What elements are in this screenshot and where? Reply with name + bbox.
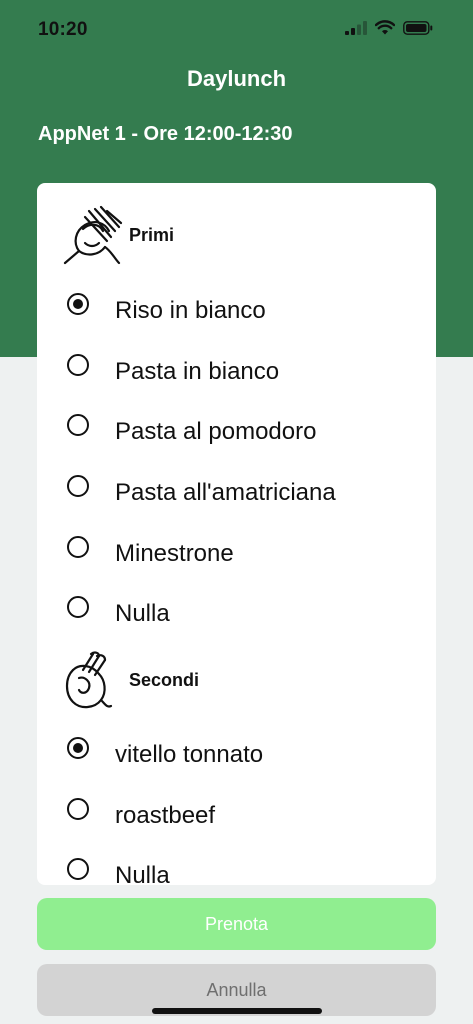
radio-button[interactable] [67,596,89,618]
option-vitello-tonnato[interactable]: vitello tonnato [67,727,263,769]
option-label: Riso in bianco [115,297,266,324]
app-title: Daylunch [186,66,287,91]
home-indicator[interactable] [152,1008,322,1014]
status-bar: 10:20 [0,0,473,60]
signal-icon [345,20,367,35]
option-pasta-allamatriciana[interactable]: Pasta all'amatriciana [67,465,336,507]
meat-icon [65,651,113,709]
option-label: Pasta al pomodoro [115,418,317,445]
section-secondi-header: Secondi [59,648,199,712]
status-time: 10:20 [38,19,88,40]
radio-button[interactable] [67,798,89,820]
radio-button[interactable] [67,414,89,436]
option-label: Nulla [115,600,170,627]
radio-button[interactable] [67,858,89,880]
battery-icon [403,20,433,35]
radio-button[interactable] [67,536,89,558]
option-pasta-al-pomodoro[interactable]: Pasta al pomodoro [67,404,316,446]
radio-button[interactable] [67,475,89,497]
option-minestrone[interactable]: Minestrone [67,526,234,568]
option-riso-in-bianco[interactable]: Riso in bianco [67,283,266,325]
option-label: Pasta in bianco [115,358,280,385]
pasta-icon [63,205,123,265]
section-label: Secondi [129,669,200,690]
radio-button-selected[interactable] [67,293,89,315]
status-icons [345,20,433,35]
option-label: Nulla [115,862,170,885]
menu-card: Primi Riso in bianco Pasta in bianco Pas… [37,183,436,885]
option-roastbeef[interactable]: roastbeef [67,788,215,830]
option-label: vitello tonnato [115,741,264,768]
option-nulla-primi[interactable]: Nulla [67,586,170,628]
slot-subtitle: AppNet 1 - Ore 12:00-12:30 [38,123,293,145]
wifi-icon [375,20,395,35]
option-label: Minestrone [115,540,234,567]
section-primi-header: Primi [59,203,174,267]
book-button[interactable]: Prenota [37,898,436,950]
radio-button[interactable] [67,354,89,376]
radio-button-selected[interactable] [67,737,89,759]
option-label: roastbeef [115,802,216,829]
section-label: Primi [129,224,175,245]
option-pasta-in-bianco[interactable]: Pasta in bianco [67,344,279,386]
option-label: Pasta all'amatriciana [115,479,336,506]
option-nulla-secondi[interactable]: Nulla [67,848,170,885]
